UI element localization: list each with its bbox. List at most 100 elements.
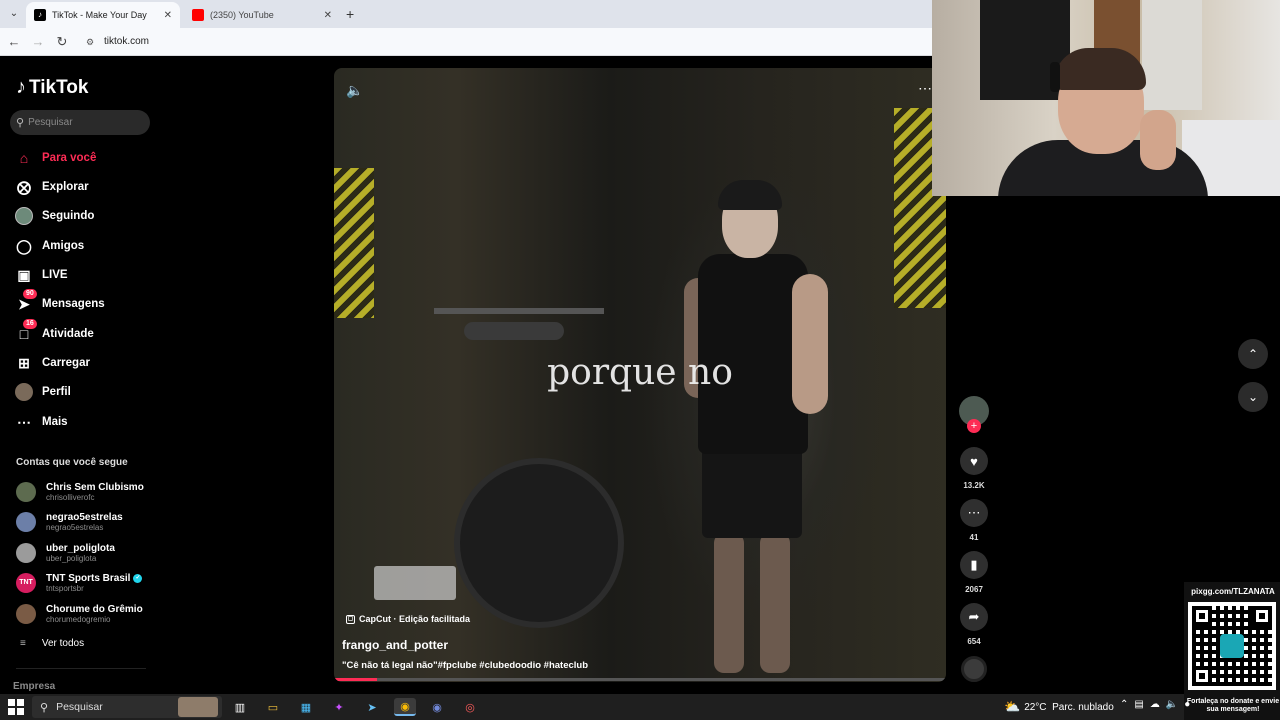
logo-text: TikTok (29, 76, 89, 98)
weather-desc: Parc. nublado (1052, 701, 1114, 713)
reload-button[interactable]: ↻ (54, 34, 70, 50)
task-view-icon[interactable]: ▥ (231, 698, 249, 716)
search-input[interactable]: ⚲ Pesquisar (10, 110, 150, 135)
chevron-up-icon: ⌃ (1247, 347, 1259, 361)
list-icon: ≡ (20, 638, 26, 649)
capcut-badge[interactable]: ▢ CapCut · Edição facilitada (346, 614, 470, 624)
sidebar-item-label: LIVE (42, 269, 68, 281)
discord-icon[interactable]: ◉ (428, 698, 446, 716)
video-author[interactable]: frango_and_potter (342, 638, 448, 652)
account-handle: tntsportsbr (46, 584, 84, 593)
weather-widget[interactable]: ⛅ 22°C Parc. nublado (1004, 699, 1114, 715)
weight-plate-small (374, 566, 456, 600)
heart-icon: ♥ (970, 453, 978, 469)
next-video-button[interactable]: ⌄ (1238, 382, 1268, 412)
activity-icon: □ 16 (14, 319, 37, 344)
comment-count: 41 (969, 533, 979, 542)
video-progress-bar[interactable] (334, 678, 946, 681)
music-disc-icon[interactable] (961, 656, 987, 682)
save-button[interactable]: ▮ (960, 551, 988, 579)
account-name: uber_poliglota (46, 543, 115, 554)
account-avatar (16, 543, 36, 563)
chrome-icon[interactable]: ◉ (394, 698, 416, 716)
file-explorer-icon[interactable]: ▭ (264, 698, 282, 716)
more-icon: ⋯ (17, 413, 31, 430)
following-account-item[interactable]: TNT TNT Sports Brasil ✓ tntsportsbr (16, 570, 143, 596)
follow-plus-icon[interactable]: + (967, 419, 981, 433)
tiktok-logo[interactable]: ♪ TikTok (16, 76, 88, 99)
sidebar-item-perfil[interactable]: Perfil (14, 382, 71, 402)
sidebar-item-seguindo[interactable]: Seguindo (14, 206, 94, 226)
taskbar-search[interactable]: ⚲ Pesquisar (32, 696, 222, 718)
following-account-item[interactable]: Chris Sem Clubismo chrisolliverofc (16, 479, 144, 505)
tab-tiktok[interactable]: ♪ TikTok - Make Your Day ✕ (26, 2, 180, 28)
tab-title: TikTok - Make Your Day (52, 10, 147, 20)
sidebar-item-explorar[interactable]: ⨂ Explorar (14, 177, 89, 197)
more-options-icon[interactable]: ⋯ (918, 80, 933, 97)
copilot-icon[interactable]: ✦ (330, 698, 348, 716)
youtube-icon (192, 9, 204, 21)
partly-cloudy-icon: ⛅ (1004, 699, 1021, 714)
obs-icon[interactable]: ◎ (461, 698, 479, 716)
sidebar-item-amigos[interactable]: ◯ Amigos (14, 236, 84, 256)
sidebar-item-para-voce[interactable]: ⌂ Para você (14, 148, 97, 168)
sidebar-item-label: Explorar (42, 181, 89, 193)
like-button[interactable]: ♥ (960, 447, 988, 475)
tab-youtube[interactable]: (2350) YouTube ✕ (184, 2, 340, 28)
share-button[interactable]: ➦ (960, 603, 988, 631)
comment-button[interactable]: ⋯ (960, 499, 988, 527)
forward-button[interactable]: → (30, 34, 46, 50)
activity-badge: 16 (23, 319, 37, 329)
chevron-down-icon: ⌄ (1247, 390, 1259, 404)
weather-temp: 22°C (1024, 701, 1047, 713)
new-tab-button[interactable]: + (346, 6, 354, 22)
see-all-link[interactable]: ≡ Ver todos (20, 638, 84, 649)
store-icon[interactable]: ▦ (297, 698, 315, 716)
video-progress-fill (334, 678, 377, 681)
footer-heading: Empresa (13, 681, 56, 692)
qr-caption: Fortaleça no donate e envie sua mensagem… (1186, 698, 1280, 713)
gym-bench (464, 322, 564, 340)
sidebar-item-atividade[interactable]: □ 16 Atividade (14, 319, 94, 344)
sidebar-item-live[interactable]: ▣ LIVE (14, 265, 68, 285)
following-account-item[interactable]: uber_poliglota uber_poliglota (16, 540, 115, 566)
steam-icon[interactable]: ➤ (363, 698, 381, 716)
windows-start-icon[interactable] (8, 699, 24, 715)
back-button[interactable]: ← (6, 34, 22, 50)
tab-title: (2350) YouTube (210, 10, 274, 20)
volume-icon: 🔈 (1165, 699, 1179, 710)
sidebar-item-label: Perfil (42, 386, 71, 398)
gym-rack (434, 308, 604, 314)
following-account-item[interactable]: Chorume do Grêmio chorumedogremio (16, 601, 143, 627)
sidebar-item-label: Mensagens (42, 298, 105, 310)
sidebar-item-label: Atividade (42, 328, 94, 340)
close-tab-icon[interactable]: ✕ (324, 10, 332, 21)
sidebar-item-label: Amigos (42, 240, 85, 252)
volume-icon[interactable]: 🔈 (346, 82, 363, 99)
tiktok-note-icon: ♪ (16, 76, 26, 98)
following-account-item[interactable]: negrao5estrelas negrao5estrelas (16, 509, 123, 535)
site-info-icon[interactable]: ⚙ (86, 37, 96, 47)
tab-search-chevron-icon[interactable]: ⌄ (6, 6, 22, 22)
search-placeholder: Pesquisar (28, 117, 73, 128)
account-handle: chrisolliverofc (46, 493, 95, 502)
network-icon: ▤ (1134, 699, 1144, 710)
previous-video-button[interactable]: ⌃ (1238, 339, 1268, 369)
sidebar-item-carregar[interactable]: ⊞ Carregar (14, 353, 90, 373)
sidebar-item-mais[interactable]: ⋯ Mais (14, 412, 68, 432)
gym-equipment-yellow (334, 168, 374, 318)
system-tray[interactable]: ⌃ ▤ ☁ 🔈 ● (1120, 699, 1190, 710)
qr-code (1188, 602, 1276, 690)
comment-icon: ⋯ (967, 505, 981, 520)
sidebar-item-mensagens[interactable]: ➤ 90 Mensagens (14, 289, 105, 314)
video-description: "Cê não tá legal não"#fpclube #clubedood… (342, 660, 589, 671)
sidebar-item-label: Carregar (42, 357, 90, 369)
messages-badge: 90 (23, 289, 37, 299)
video-player[interactable]: porque no 🔈 ⋯ ▢ CapCut · Edição facilita… (334, 68, 946, 682)
close-tab-icon[interactable]: ✕ (164, 10, 172, 21)
account-name: Chorume do Grêmio (46, 604, 143, 615)
url-field[interactable]: tiktok.com (104, 36, 149, 47)
account-avatar (16, 604, 36, 624)
verified-icon: ✓ (133, 573, 143, 583)
following-avatar-icon (14, 206, 34, 226)
